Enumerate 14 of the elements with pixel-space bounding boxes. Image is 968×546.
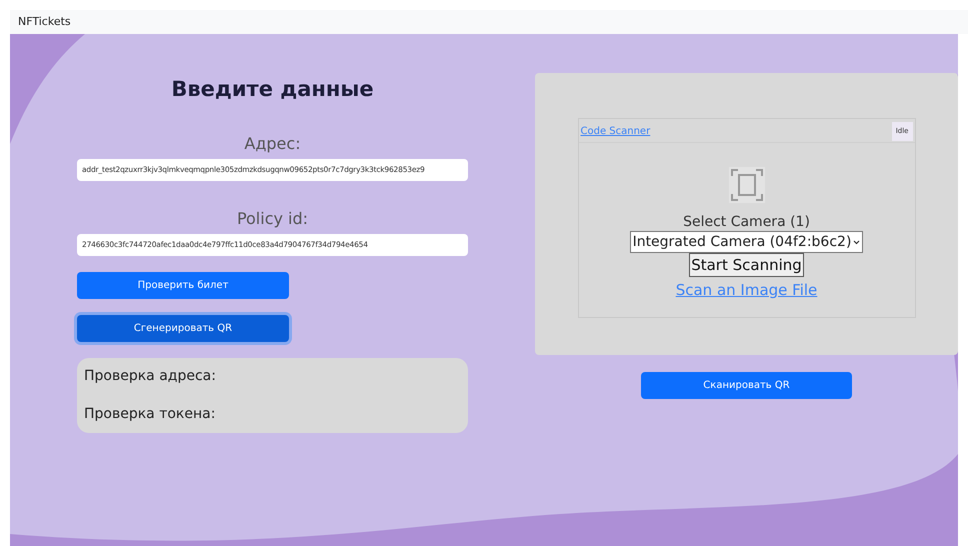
scan-qr-button[interactable]: Сканировать QR xyxy=(641,372,852,399)
select-camera-label: Select Camera (1) xyxy=(683,213,810,231)
field-label: Адрес: xyxy=(244,132,301,154)
start-scanning-button[interactable]: Start Scanning xyxy=(689,253,804,277)
action-button[interactable]: Сгенерировать QR xyxy=(77,314,289,342)
scan-frame-icon xyxy=(728,167,764,203)
brand-name[interactable]: NFTickets xyxy=(18,14,71,30)
form-title: Введите данные xyxy=(171,76,374,103)
result-label: Проверка токена: xyxy=(84,404,216,424)
camera-select[interactable]: Integrated Camera (04f2:b6c2) xyxy=(630,231,864,253)
action-button[interactable]: Проверить билет xyxy=(77,272,289,298)
result-label: Проверка адреса: xyxy=(84,366,217,386)
field-label: Policy id: xyxy=(236,208,308,230)
caret-icon xyxy=(853,240,860,244)
